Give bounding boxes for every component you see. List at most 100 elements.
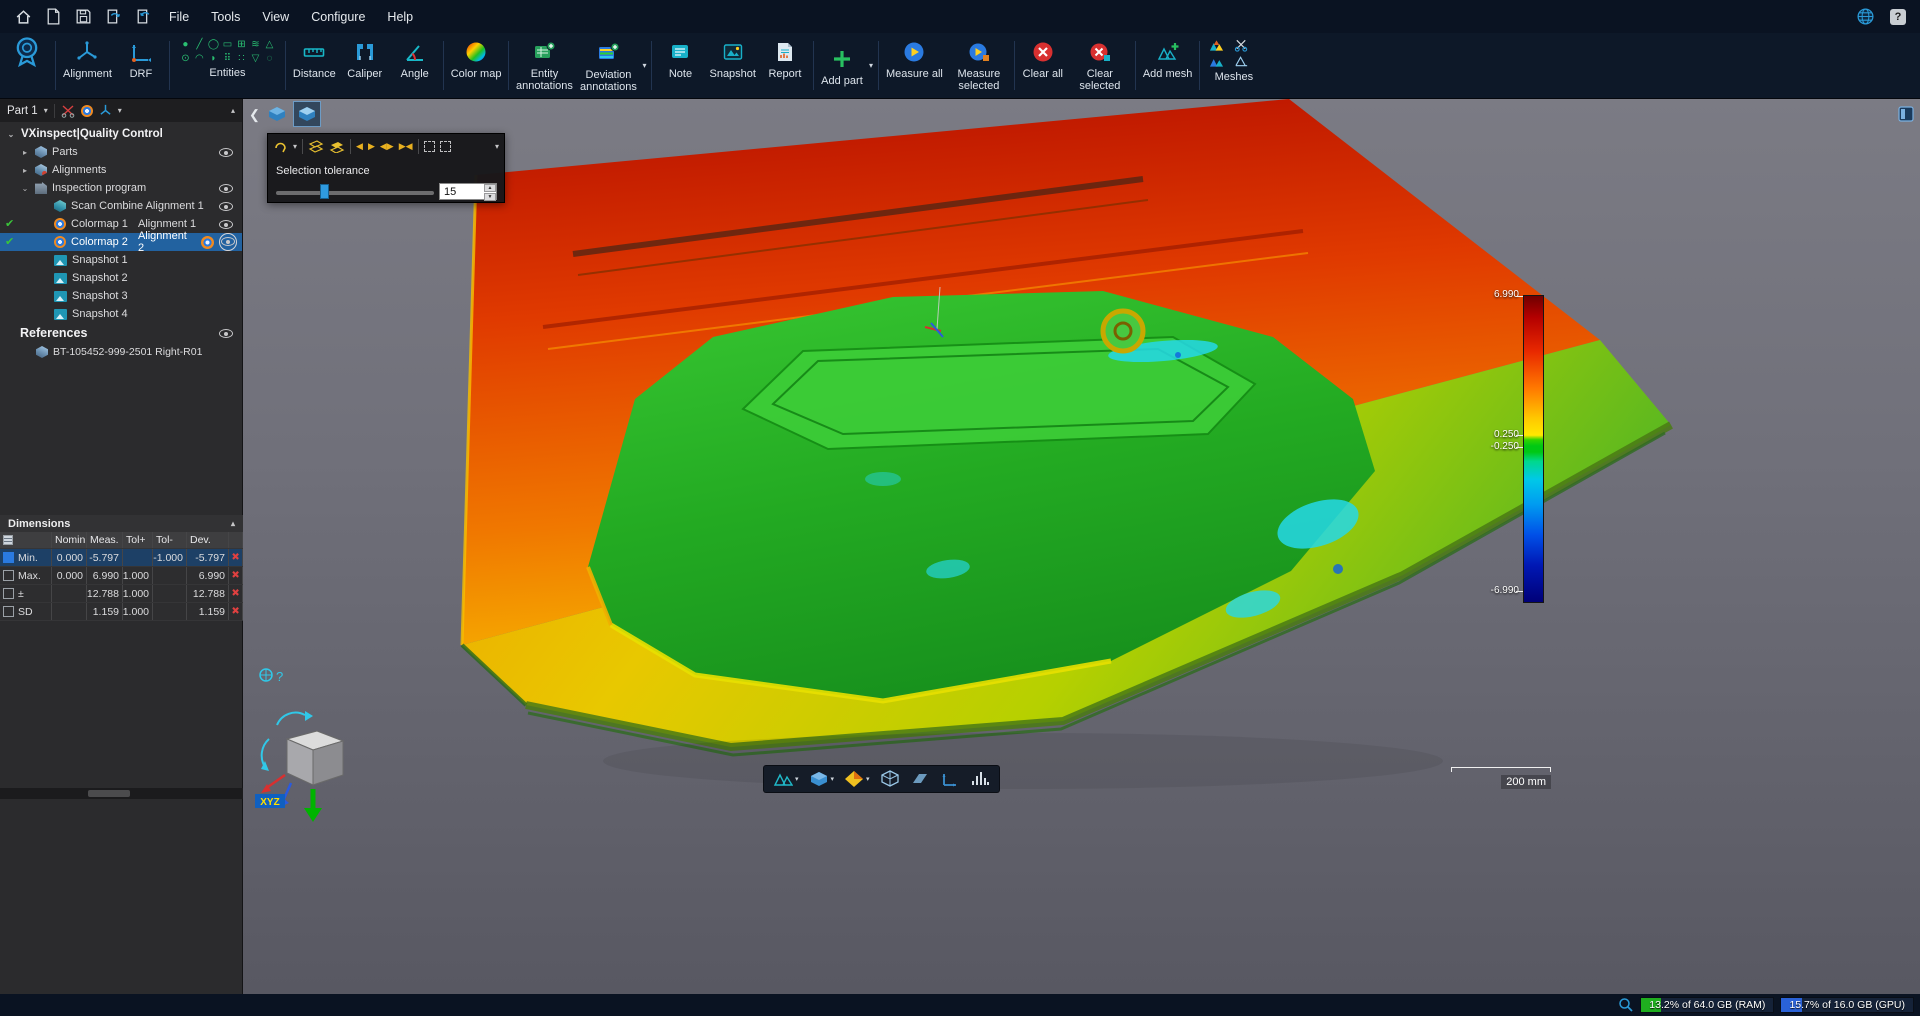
menu-view[interactable]: View [251,0,300,33]
select-backface-icon[interactable] [356,142,363,151]
zoom-icon[interactable] [1618,997,1634,1013]
entity-rectangle-icon[interactable] [221,38,234,51]
clipping-plane-button[interactable] [910,770,930,788]
tree-item-parts[interactable]: Parts [0,143,242,161]
colormap-tool-icon[interactable] [81,105,93,117]
toolbar-button-alignment[interactable]: Alignment [59,35,116,96]
spin-down-icon[interactable] [484,193,496,201]
dimensions-header[interactable]: Dimensions [0,515,243,532]
selection-mode-dropdown-icon[interactable] [293,142,297,151]
menu-file[interactable]: File [158,0,200,33]
3d-viewport[interactable]: Selection tolerance 6.990 0.250 -0.250 -… [243,99,1920,994]
entity-line-icon[interactable] [193,38,206,51]
merge-mesh-icon[interactable] [1209,54,1224,68]
model-3d-view[interactable] [243,99,1920,994]
visibility-eye-icon[interactable] [221,237,235,246]
tree-item-snapshot-3[interactable]: Snapshot 3 [0,287,242,305]
part-selector-dropdown-icon[interactable] [44,106,48,115]
column-header[interactable]: Nomin [52,532,87,548]
entity-sphere-icon[interactable] [207,52,220,65]
select-through-icon[interactable] [308,139,324,153]
toolbar-button-note[interactable]: Note [655,35,705,96]
column-header[interactable]: Meas. [87,532,123,548]
chevron-down-icon[interactable] [866,775,870,783]
tree-item-colormap-1[interactable]: Colormap 1 Alignment 1 [0,215,242,233]
tree-item-colormap-2[interactable]: Colormap 2 Alignment 2 [0,233,242,251]
select-shrink-icon[interactable] [399,142,413,151]
globe-icon[interactable] [1850,4,1880,30]
table-row[interactable]: SD 1.159 1.000 1.159 [0,603,243,621]
entity-ellipse-icon[interactable] [263,52,276,65]
expander-icon[interactable] [20,148,30,157]
chevron-down-icon[interactable] [795,775,799,783]
visibility-eye-icon[interactable] [219,184,233,193]
toolbar-button-snapshot[interactable]: Snapshot [705,35,759,96]
coordinate-system-button[interactable] [940,770,960,788]
delete-part-icon[interactable] [61,104,75,118]
select-all-icon[interactable] [424,141,435,152]
part-selector[interactable]: Part 1 [7,105,38,117]
add-part-dropdown-icon[interactable] [867,61,875,70]
toolbar-button-deviation-annotations[interactable]: Deviation annotations [576,35,648,96]
select-frontface-icon[interactable] [368,142,375,151]
tolerance-slider-handle[interactable] [320,184,329,199]
expander-icon[interactable] [20,166,30,175]
chevron-down-icon[interactable] [831,775,835,783]
toolbar-button-measure-all[interactable]: Measure all [882,35,947,96]
entity-circle-icon[interactable] [207,38,220,51]
deviation-annotations-dropdown-icon[interactable] [640,61,648,70]
collapse-panel-icon[interactable] [231,106,235,115]
toolbar-button-clear-all[interactable]: Clear all [1018,35,1068,96]
help-icon[interactable] [1890,9,1906,25]
expander-icon[interactable] [6,130,16,139]
export-session-icon[interactable] [128,4,158,30]
toolbar-button-report[interactable]: Report [760,35,810,96]
colormap-display-button[interactable] [844,770,870,788]
cut-mesh-scissors-icon[interactable] [1234,38,1249,52]
toolbar-button-measure-selected[interactable]: Measure selected [947,35,1011,96]
toolbar-button-entity-annotations[interactable]: Entity annotations [512,35,576,96]
collapse-left-icon[interactable] [249,107,260,123]
horizontal-scrollbar[interactable] [0,788,243,799]
tools-dropdown-icon[interactable] [118,106,122,115]
tree-item-snapshot-4[interactable]: Snapshot 4 [0,305,242,323]
visibility-eye-icon[interactable] [219,202,233,211]
entity-cone-icon[interactable] [263,38,276,51]
scrollbar-thumb[interactable] [88,790,130,797]
toolbar-button-color-map[interactable]: Color map [447,35,506,96]
column-header[interactable]: Tol- [153,532,187,548]
toolbar-button-angle[interactable]: Angle [390,35,440,96]
more-selection-options-icon[interactable] [495,142,499,151]
menu-configure[interactable]: Configure [300,0,376,33]
visibility-eye-icon[interactable] [219,148,233,157]
collapse-dimensions-icon[interactable] [231,519,235,528]
row-checkbox[interactable] [3,606,14,617]
tree-item-alignments[interactable]: Alignments [0,161,242,179]
toolbar-button-add-part[interactable]: Add part [817,35,875,96]
toolbar-button-clear-selected[interactable]: Clear selected [1068,35,1132,96]
table-row[interactable]: Min. 0.000 -5.797 -1.000 -5.797 [0,549,243,567]
row-checkbox[interactable] [3,552,14,563]
save-icon[interactable] [68,4,98,30]
entity-slot-icon[interactable] [235,38,248,51]
column-header[interactable]: Dev. [187,532,229,548]
expander-icon[interactable] [20,184,30,193]
entity-pattern-icon[interactable] [235,52,248,65]
entity-arc-icon[interactable] [193,52,206,65]
improve-mesh-icon[interactable] [1209,38,1224,52]
lasso-selection-icon[interactable] [273,139,288,154]
menu-help[interactable]: Help [376,0,424,33]
tab-view-2[interactable] [293,101,321,127]
table-row[interactable]: Max. 0.000 6.990 1.000 6.990 [0,567,243,585]
quality-badge-icon[interactable] [2,35,52,96]
view-help-icon[interactable]: ? [257,661,285,689]
visibility-eye-icon[interactable] [219,329,233,338]
toolbar-button-distance[interactable]: Distance [289,35,340,96]
tree-item-scan-combine[interactable]: Scan Combine Alignment 1 [0,197,242,215]
new-document-icon[interactable] [38,4,68,30]
decimate-mesh-icon[interactable] [1234,54,1249,68]
navigation-cube[interactable]: XYZ [255,709,375,829]
histogram-button[interactable] [970,770,990,788]
tree-item-snapshot-1[interactable]: Snapshot 1 [0,251,242,269]
entity-cylinder-icon[interactable] [179,52,192,65]
